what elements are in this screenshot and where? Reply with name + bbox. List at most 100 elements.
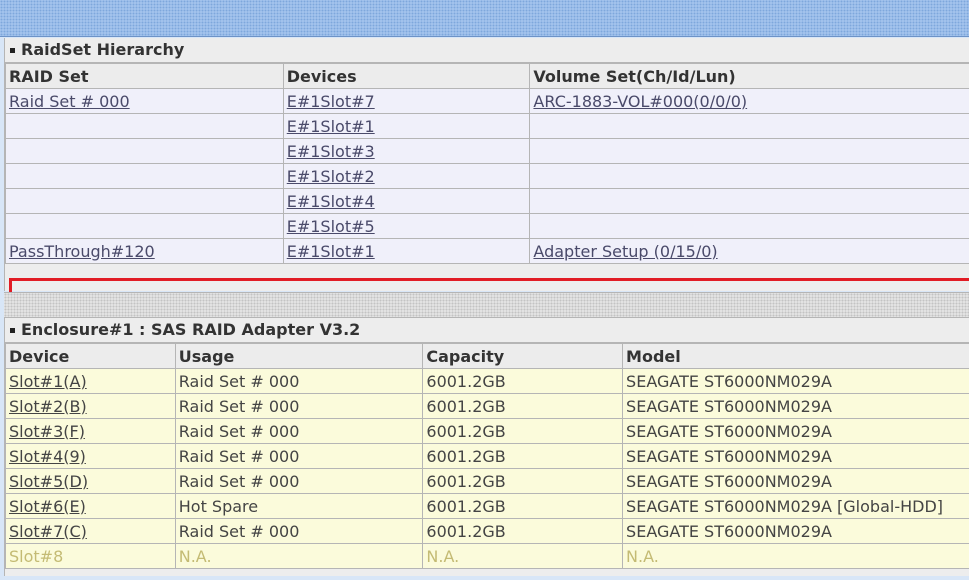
col-header-raid-set: RAID Set bbox=[5, 63, 284, 89]
bullet-icon bbox=[10, 48, 15, 53]
model-cell: SEAGATE ST6000NM029A bbox=[622, 468, 969, 494]
enclosure-panel-title: Enclosure#1 : SAS RAID Adapter V3.2 bbox=[21, 320, 361, 339]
table-row: E#1Slot#1 bbox=[5, 113, 969, 139]
table-row: Slot#1(A) Raid Set # 000 6001.2GB SEAGAT… bbox=[5, 368, 969, 394]
device-cell[interactable]: E#1Slot#1 bbox=[282, 238, 531, 264]
capacity-cell: N.A. bbox=[422, 543, 624, 569]
slot-link[interactable]: Slot#5(D) bbox=[9, 472, 88, 491]
slot-cell[interactable]: Slot#3(F) bbox=[5, 418, 176, 444]
device-link[interactable]: E#1Slot#7 bbox=[287, 92, 375, 111]
device-cell[interactable]: E#1Slot#1 bbox=[282, 113, 531, 139]
device-cell[interactable]: E#1Slot#3 bbox=[282, 138, 531, 164]
slot-cell[interactable]: Slot#1(A) bbox=[5, 368, 176, 394]
col-header-devices: Devices bbox=[282, 63, 531, 89]
slot-cell: Slot#8 bbox=[5, 543, 176, 569]
slot-link[interactable]: Slot#6(E) bbox=[9, 497, 86, 516]
raidset-table: RAID Set Devices Volume Set(Ch/Id/Lun) R… bbox=[5, 63, 969, 264]
slot-cell[interactable]: Slot#4(9) bbox=[5, 443, 176, 469]
slot-cell[interactable]: Slot#5(D) bbox=[5, 468, 176, 494]
table-row: Slot#5(D) Raid Set # 000 6001.2GB SEAGAT… bbox=[5, 468, 969, 494]
model-cell: SEAGATE ST6000NM029A bbox=[622, 443, 969, 469]
slot-link[interactable]: Slot#7(C) bbox=[9, 522, 87, 541]
capacity-cell: 6001.2GB bbox=[422, 493, 624, 519]
passthrough-row: PassThrough#120 E#1Slot#1 Adapter Setup … bbox=[5, 238, 969, 264]
table-row: E#1Slot#5 bbox=[5, 213, 969, 239]
table-row: E#1Slot#4 bbox=[5, 188, 969, 214]
slot-cell[interactable]: Slot#2(B) bbox=[5, 393, 176, 419]
raidset-panel-title: RaidSet Hierarchy bbox=[21, 40, 185, 59]
usage-cell: Raid Set # 000 bbox=[174, 518, 424, 544]
table-row: E#1Slot#3 bbox=[5, 138, 969, 164]
device-cell[interactable]: E#1Slot#5 bbox=[282, 213, 531, 239]
slot-cell[interactable]: Slot#6(E) bbox=[5, 493, 176, 519]
model-cell: SEAGATE ST6000NM029A bbox=[622, 368, 969, 394]
device-cell[interactable]: E#1Slot#7 bbox=[282, 88, 531, 114]
usage-cell: Raid Set # 000 bbox=[174, 368, 424, 394]
raid-set-cell bbox=[5, 213, 284, 239]
raid-set-cell bbox=[5, 188, 284, 214]
col-header-device: Device bbox=[5, 343, 176, 369]
table-row: E#1Slot#2 bbox=[5, 163, 969, 189]
model-cell: SEAGATE ST6000NM029A bbox=[622, 518, 969, 544]
enclosure-panel: Enclosure#1 : SAS RAID Adapter V3.2 Devi… bbox=[4, 318, 969, 576]
volume-cell bbox=[529, 213, 969, 239]
slot-label: Slot#8 bbox=[9, 546, 64, 566]
volume-cell bbox=[529, 113, 969, 139]
empty-slot-row: Slot#8 N.A. N.A. N.A. bbox=[5, 543, 969, 569]
model-cell: SEAGATE ST6000NM029A bbox=[622, 418, 969, 444]
model-cell: SEAGATE ST6000NM029A [Global-HDD] bbox=[622, 493, 969, 519]
table-row: Raid Set # 000 E#1Slot#7 ARC-1883-VOL#00… bbox=[5, 88, 969, 114]
passthrough-link[interactable]: PassThrough#120 bbox=[9, 242, 155, 261]
usage-cell: N.A. bbox=[174, 543, 424, 569]
top-banner bbox=[0, 0, 969, 37]
table-row: Slot#4(9) Raid Set # 000 6001.2GB SEAGAT… bbox=[5, 443, 969, 469]
usage-cell: Raid Set # 000 bbox=[174, 468, 424, 494]
volume-cell[interactable]: Adapter Setup (0/15/0) bbox=[529, 238, 969, 264]
raid-set-cell[interactable]: Raid Set # 000 bbox=[5, 88, 284, 114]
model-cell: SEAGATE ST6000NM029A bbox=[622, 393, 969, 419]
raidset-header-row: RAID Set Devices Volume Set(Ch/Id/Lun) bbox=[5, 63, 969, 89]
enclosure-table: Device Usage Capacity Model Slot#1(A) Ra… bbox=[5, 343, 969, 569]
slot-link[interactable]: Slot#4(9) bbox=[9, 447, 86, 466]
device-link[interactable]: E#1Slot#3 bbox=[287, 142, 375, 161]
raid-set-link[interactable]: Raid Set # 000 bbox=[9, 92, 130, 111]
volume-link[interactable]: ARC-1883-VOL#000(0/0/0) bbox=[533, 92, 747, 111]
capacity-cell: 6001.2GB bbox=[422, 418, 624, 444]
usage-cell: Hot Spare bbox=[174, 493, 424, 519]
volume-link[interactable]: Adapter Setup (0/15/0) bbox=[533, 242, 717, 261]
raid-set-cell bbox=[5, 163, 284, 189]
raidset-panel-header: RaidSet Hierarchy bbox=[5, 38, 969, 63]
col-header-model: Model bbox=[622, 343, 969, 369]
device-link[interactable]: E#1Slot#1 bbox=[287, 117, 375, 136]
capacity-cell: 6001.2GB bbox=[422, 368, 624, 394]
capacity-cell: 6001.2GB bbox=[422, 468, 624, 494]
bullet-icon bbox=[10, 328, 15, 333]
capacity-cell: 6001.2GB bbox=[422, 518, 624, 544]
model-cell: N.A. bbox=[622, 543, 969, 569]
slot-link[interactable]: Slot#2(B) bbox=[9, 397, 87, 416]
col-header-usage: Usage bbox=[174, 343, 424, 369]
volume-cell bbox=[529, 138, 969, 164]
usage-cell: Raid Set # 000 bbox=[174, 393, 424, 419]
table-row: Slot#6(E) Hot Spare 6001.2GB SEAGATE ST6… bbox=[5, 493, 969, 519]
capacity-cell: 6001.2GB bbox=[422, 443, 624, 469]
raid-set-cell bbox=[5, 113, 284, 139]
device-cell[interactable]: E#1Slot#2 bbox=[282, 163, 531, 189]
col-header-capacity: Capacity bbox=[422, 343, 624, 369]
capacity-cell: 6001.2GB bbox=[422, 393, 624, 419]
volume-cell bbox=[529, 188, 969, 214]
device-link[interactable]: E#1Slot#2 bbox=[287, 167, 375, 186]
device-link[interactable]: E#1Slot#5 bbox=[287, 217, 375, 236]
raid-set-cell bbox=[5, 138, 284, 164]
device-link[interactable]: E#1Slot#1 bbox=[287, 242, 375, 261]
raid-set-cell[interactable]: PassThrough#120 bbox=[5, 238, 284, 264]
device-cell[interactable]: E#1Slot#4 bbox=[282, 188, 531, 214]
table-row: Slot#2(B) Raid Set # 000 6001.2GB SEAGAT… bbox=[5, 393, 969, 419]
slot-cell[interactable]: Slot#7(C) bbox=[5, 518, 176, 544]
slot-link[interactable]: Slot#3(F) bbox=[9, 422, 85, 441]
panel-divider[interactable] bbox=[4, 292, 969, 318]
device-link[interactable]: E#1Slot#4 bbox=[287, 192, 375, 211]
volume-cell[interactable]: ARC-1883-VOL#000(0/0/0) bbox=[529, 88, 969, 114]
enclosure-header-row: Device Usage Capacity Model bbox=[5, 343, 969, 369]
slot-link[interactable]: Slot#1(A) bbox=[9, 372, 87, 391]
